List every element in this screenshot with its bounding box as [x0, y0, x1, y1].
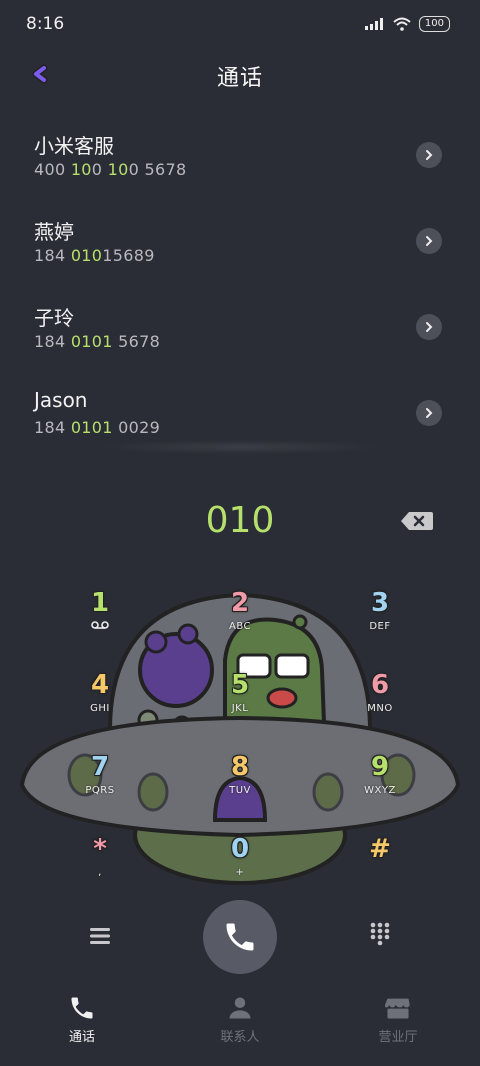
menu-button[interactable] [86, 922, 114, 950]
contact-name: 燕婷 [34, 220, 74, 244]
chevron-right-icon[interactable] [416, 400, 442, 426]
chevron-right-icon[interactable] [416, 142, 442, 168]
voicemail-icon [91, 621, 109, 629]
page-title: 通话 [216, 66, 263, 91]
tab-label: 营业厅 [378, 1030, 418, 1045]
chevron-right-icon[interactable] [416, 314, 442, 340]
menu-icon [90, 928, 110, 944]
key-8[interactable]: 8 TUV [195, 750, 285, 820]
backspace-icon [401, 512, 433, 530]
contact-name: 子玲 [34, 306, 74, 330]
backspace-button[interactable] [400, 510, 434, 532]
key-3[interactable]: 3 DEF [335, 586, 425, 656]
keypad-toggle-button[interactable] [366, 920, 394, 948]
store-icon [384, 998, 410, 1019]
phone-icon [226, 923, 254, 951]
contact-number: 400 100 100 5678 [34, 160, 187, 179]
key-0[interactable]: 0 + [195, 832, 285, 902]
phone-icon [71, 997, 93, 1019]
tab-label: 通话 [68, 1030, 95, 1045]
dialer-actions [0, 900, 480, 980]
chevron-right-icon[interactable] [416, 228, 442, 254]
key-4[interactable]: 4 GHI [55, 668, 145, 738]
signal-icon [364, 18, 383, 30]
contact-number: 184 0101 5678 [34, 332, 161, 351]
key-2[interactable]: 2 ABC [195, 586, 285, 656]
contact-name: Jason [34, 388, 88, 412]
key-1[interactable]: 1 [55, 586, 145, 656]
contact-number: 184 01015689 [34, 246, 155, 265]
person-icon [229, 997, 251, 1019]
bottom-tab-bar: 通话 联系人 营业厅 [0, 990, 480, 1066]
battery-indicator: 100 [418, 16, 450, 32]
wifi-icon [393, 17, 411, 31]
contact-number: 184 0101 0029 [34, 418, 161, 437]
key-star[interactable]: * , [55, 832, 145, 902]
status-time: 8:16 [26, 14, 65, 34]
tab-contacts[interactable]: 联系人 [190, 994, 290, 1045]
contact-name: 小米客服 [34, 134, 114, 158]
tab-calls[interactable]: 通话 [32, 994, 132, 1045]
tab-label: 联系人 [220, 1030, 260, 1045]
contact-row[interactable]: 子玲 184 0101 5678 [0, 290, 480, 376]
list-fade-divider [100, 440, 380, 454]
dial-keypad: 1 2 ABC 3 DEF 4 GHI 5 JKL 6 MNO 7 PQRS 8… [0, 580, 480, 890]
header: 通话 [0, 52, 480, 98]
key-7[interactable]: 7 PQRS [55, 750, 145, 820]
status-bar: 8:16 100 [0, 0, 480, 50]
dialpad-icon [370, 922, 390, 946]
key-9[interactable]: 9 WXYZ [335, 750, 425, 820]
contact-row[interactable]: 燕婷 184 01015689 [0, 204, 480, 290]
key-hash[interactable]: # [335, 832, 425, 902]
key-5[interactable]: 5 JKL [195, 668, 285, 738]
status-icons: 100 [364, 16, 450, 32]
contact-row[interactable]: 小米客服 400 100 100 5678 [0, 118, 480, 204]
tab-store[interactable]: 营业厅 [348, 994, 448, 1045]
call-button[interactable] [203, 900, 277, 974]
key-6[interactable]: 6 MNO [335, 668, 425, 738]
contact-list: 小米客服 400 100 100 5678 燕婷 184 01015689 子玲… [0, 118, 480, 462]
